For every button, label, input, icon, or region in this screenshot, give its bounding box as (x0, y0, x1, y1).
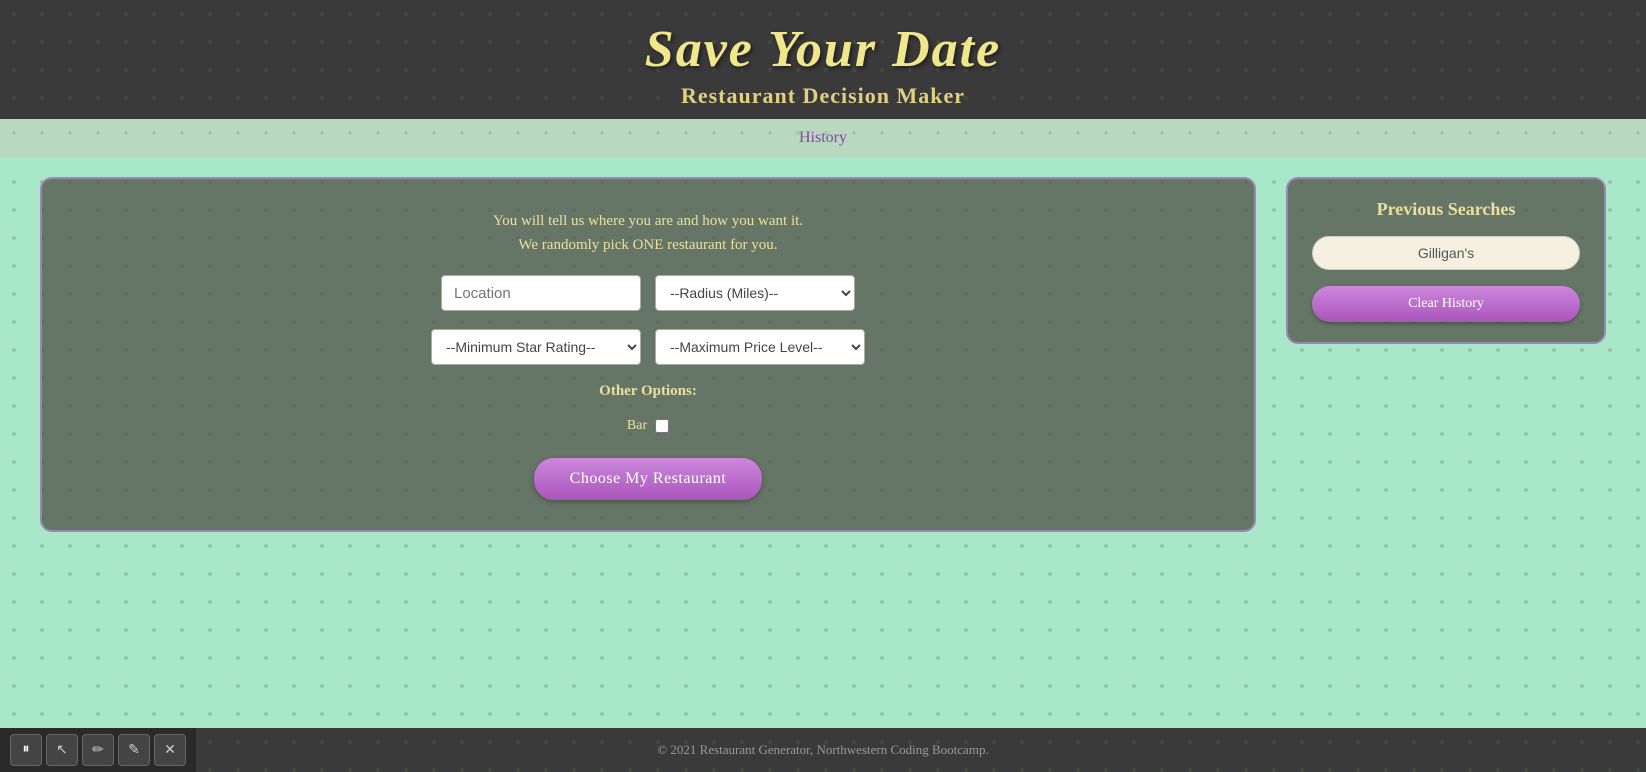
price-level-select[interactable]: --Maximum Price Level-- $ $$ $$$ $$$$ (655, 329, 865, 365)
form-description: You will tell us where you are and how y… (493, 209, 803, 257)
searches-title: Previous Searches (1377, 199, 1516, 220)
page-title: Save Your Date (0, 20, 1646, 79)
cursor-icon: ↖ (56, 742, 68, 759)
star-rating-select[interactable]: --Minimum Star Rating-- 1 2 3 4 5 (431, 329, 641, 365)
rating-price-row: --Minimum Star Rating-- 1 2 3 4 5 --Maxi… (82, 329, 1214, 365)
location-input[interactable] (441, 275, 641, 311)
description-line2: We randomly pick ONE restaurant for you. (518, 237, 777, 253)
search-result-item[interactable]: Gilligan's (1312, 236, 1580, 270)
location-row: --Radius (Miles)-- 1 5 10 25 50 (82, 275, 1214, 311)
history-link[interactable]: History (799, 129, 847, 146)
pen-button[interactable]: ✏ (82, 734, 114, 766)
description-line1: You will tell us where you are and how y… (493, 213, 803, 229)
main-content: You will tell us where you are and how y… (0, 157, 1646, 728)
page-footer: © 2021 Restaurant Generator, Northwester… (0, 728, 1646, 772)
cursor-button[interactable]: ↖ (46, 734, 78, 766)
pencil-icon: ✎ (128, 742, 140, 759)
previous-searches-panel: Previous Searches Gilligan's Clear Histo… (1286, 177, 1606, 344)
close-icon: ✕ (164, 742, 176, 759)
pencil-button[interactable]: ✎ (118, 734, 150, 766)
pause-button[interactable]: ⏸ (10, 734, 42, 766)
footer-copyright: © 2021 Restaurant Generator, Northwester… (657, 742, 988, 757)
clear-history-button[interactable]: Clear History (1312, 286, 1580, 322)
bar-option-row: Bar (627, 418, 669, 434)
other-options-label: Other Options: (599, 383, 697, 400)
page-subtitle: Restaurant Decision Maker (0, 83, 1646, 109)
main-nav: History (0, 119, 1646, 157)
page-header: Save Your Date Restaurant Decision Maker (0, 0, 1646, 119)
radius-select[interactable]: --Radius (Miles)-- 1 5 10 25 50 (655, 275, 855, 311)
pause-icon: ⏸ (23, 742, 30, 758)
search-form-panel: You will tell us where you are and how y… (40, 177, 1256, 532)
bar-label: Bar (627, 418, 647, 434)
bar-checkbox[interactable] (655, 419, 669, 433)
bottom-toolbar: ⏸ ↖ ✏ ✎ ✕ (0, 728, 196, 772)
close-button[interactable]: ✕ (154, 734, 186, 766)
pen-icon: ✏ (92, 742, 104, 759)
choose-restaurant-button[interactable]: Choose My Restaurant (534, 458, 763, 500)
